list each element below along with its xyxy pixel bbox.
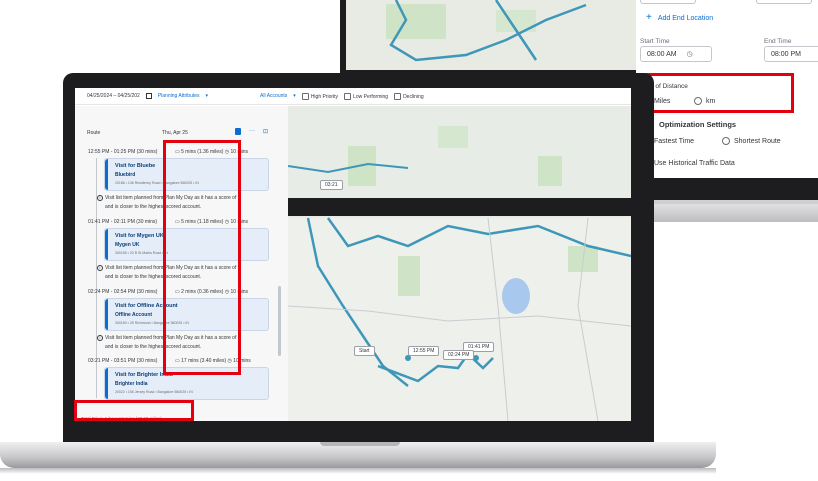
chevron-down-icon[interactable]: ▾: [293, 93, 296, 99]
low-performing-checkbox[interactable]: [344, 92, 352, 100]
slot-time: 03:21 PM - 03:51 PM (30 mins): [88, 358, 158, 364]
high-priority-checkbox[interactable]: [301, 92, 309, 100]
plus-icon: +: [646, 12, 652, 23]
info-icon: i: [97, 195, 103, 201]
start-time-input[interactable]: 08:00 AM ◷: [640, 46, 712, 62]
more-icon[interactable]: ···: [249, 128, 255, 135]
low-performing-filter[interactable]: Low Performing: [344, 92, 389, 100]
slot-time: 02:24 PM - 02:54 PM (30 mins): [88, 289, 158, 295]
start-time-label: Start Time: [640, 38, 670, 45]
all-accounts-dropdown[interactable]: All Accounts: [260, 93, 287, 99]
slot-time: 01:41 PM - 02:11 PM (30 mins): [88, 219, 158, 225]
end-time-value: 08:00 PM: [771, 50, 801, 58]
chevron-down-icon[interactable]: ▾: [206, 93, 209, 99]
calendar-icon[interactable]: [145, 93, 152, 99]
radio-shortest-route[interactable]: [722, 137, 730, 145]
declining-filter[interactable]: Declining: [394, 92, 424, 100]
route-map[interactable]: Start 12:55 PM 01:41 PM 02:24 PM 03:21: [288, 106, 631, 421]
route-tools: ··· ⊡: [235, 128, 268, 135]
shortest-route-option[interactable]: Shortest Route: [722, 137, 781, 145]
visit-account: Brighter India: [115, 381, 148, 387]
info-icon: i: [97, 265, 103, 271]
unit-of-distance-highlight: [641, 73, 794, 113]
travel-time-highlight: [163, 140, 241, 375]
start-location-field[interactable]: [640, 0, 696, 4]
historical-traffic-option[interactable]: Use Historical Traffic Data: [642, 159, 735, 167]
start-time-value: 08:00 AM: [647, 50, 677, 58]
end-location-field[interactable]: [756, 0, 812, 4]
slot-time: 12:55 PM - 01:25 PM (30 mins): [88, 149, 158, 155]
optimization-settings-title: Optimization Settings: [659, 120, 737, 129]
add-end-location-button[interactable]: + Add End Location: [646, 12, 714, 23]
fastest-time-label: Fastest Time: [654, 137, 695, 145]
add-end-location-label: Add End Location: [657, 14, 714, 22]
shortest-route-label: Shortest Route: [734, 137, 781, 145]
map-start-label[interactable]: Start: [354, 346, 375, 356]
info-icon: i: [97, 335, 103, 341]
route-title: Route: [87, 130, 101, 136]
declining-checkbox[interactable]: [394, 92, 402, 100]
planning-attributes-dropdown[interactable]: Planning Attributes: [158, 93, 200, 99]
visit-address: 300155 • 20 B St Marks Road • IN: [115, 251, 168, 255]
expand-icon[interactable]: ⊡: [263, 128, 268, 135]
end-time-input[interactable]: 08:00 PM: [764, 46, 818, 62]
total-drive-highlight: [74, 400, 194, 421]
visit-address: 20022 • 156 Jersey Road • Bangalore 5600…: [115, 390, 193, 394]
high-priority-label: High Priority: [310, 93, 339, 100]
map-stop-label[interactable]: 02:24 PM: [443, 350, 475, 360]
map-stop-label[interactable]: 03:21: [320, 180, 343, 190]
visit-account: Offline Account: [115, 312, 153, 318]
clock-icon[interactable]: ◷: [687, 50, 693, 58]
high-priority-filter[interactable]: High Priority: [301, 92, 339, 100]
declining-label: Declining: [403, 93, 424, 100]
visit-title[interactable]: Visit for Bluebe: [115, 163, 155, 169]
visit-title[interactable]: Visit for Mygen UK: [115, 233, 164, 239]
end-time-label: End Time: [764, 38, 792, 45]
route-map-drawing: [288, 106, 631, 421]
map-stop-label[interactable]: 12:55 PM: [408, 346, 440, 356]
save-icon[interactable]: [235, 128, 241, 135]
low-performing-label: Low Performing: [353, 93, 389, 100]
route-scrollbar[interactable]: [278, 286, 281, 356]
front-laptop-shadow: [0, 468, 716, 474]
optimization-settings-header: Optimization Settings: [644, 120, 736, 129]
visit-account: Mygen UK: [115, 242, 140, 248]
front-laptop-screen: 04/25/2024 – 04/25/202 Planning Attribut…: [75, 88, 631, 421]
date-range[interactable]: 04/25/2024 – 04/25/202: [87, 93, 140, 99]
filter-toolbar: 04/25/2024 – 04/25/202 Planning Attribut…: [75, 88, 631, 105]
front-laptop-notch: [320, 442, 400, 446]
historical-traffic-label: Use Historical Traffic Data: [654, 159, 735, 167]
visit-account: Bluebird: [115, 172, 136, 178]
route-date: Thu, Apr 25: [162, 130, 188, 136]
